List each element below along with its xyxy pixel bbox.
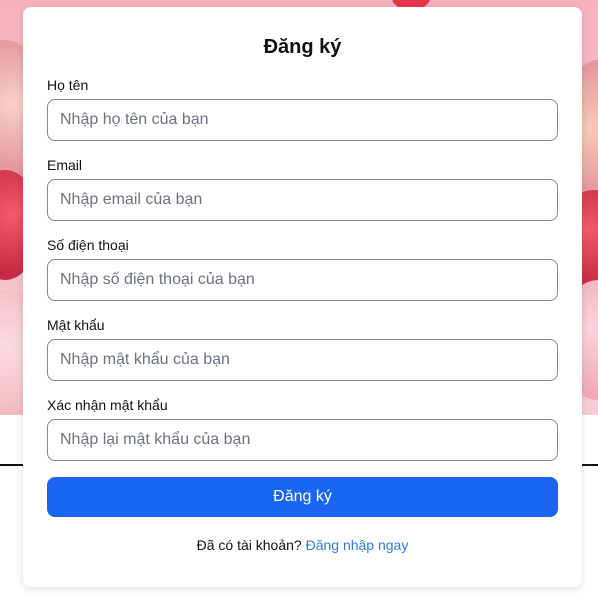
- login-prompt-text: Đã có tài khoản?: [196, 537, 302, 553]
- login-link[interactable]: Đăng nhập ngay: [306, 537, 409, 553]
- password-label: Mật khẩu: [47, 317, 105, 333]
- field-password: Mật khẩu: [47, 317, 558, 381]
- phone-label: Số điện thoại: [47, 237, 129, 253]
- email-input[interactable]: [47, 179, 558, 221]
- form-title: Đăng ký: [263, 36, 342, 58]
- email-label: Email: [47, 157, 83, 173]
- confirm-password-label: Xác nhận mật khẩu: [47, 397, 168, 413]
- fullname-input[interactable]: [47, 99, 558, 141]
- confirm-password-input[interactable]: [47, 419, 558, 461]
- register-card: Đăng ký Họ tên Email Số điện thoại Mật k…: [23, 7, 582, 587]
- field-phone: Số điện thoại: [47, 237, 558, 301]
- field-confirm-password: Xác nhận mật khẩu: [47, 397, 558, 461]
- phone-input[interactable]: [47, 259, 558, 301]
- login-prompt: Đã có tài khoản? Đăng nhập ngay: [47, 537, 558, 553]
- field-email: Email: [47, 157, 558, 221]
- password-input[interactable]: [47, 339, 558, 381]
- fullname-label: Họ tên: [47, 77, 89, 93]
- register-button[interactable]: Đăng ký: [47, 477, 558, 517]
- field-fullname: Họ tên: [47, 77, 558, 141]
